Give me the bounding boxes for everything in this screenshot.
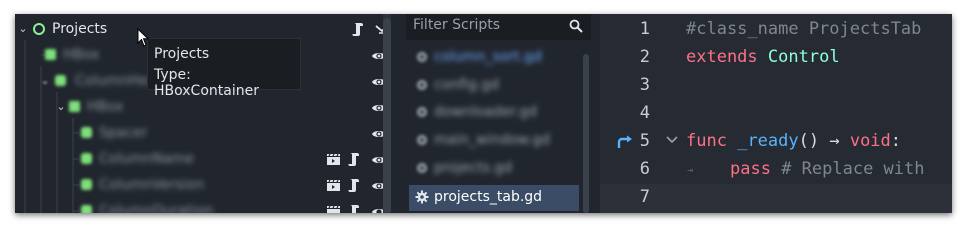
code-text: extends Control [686, 47, 840, 67]
control-node-icon [81, 179, 92, 190]
chevron-down-icon[interactable]: ⌄ [39, 74, 51, 87]
tooltip-node-type: Type: HBoxContainer [154, 67, 259, 99]
line-number: 7 [639, 187, 650, 207]
code-comment: # Replace with [781, 159, 925, 179]
tree-item-label: Projects [52, 21, 108, 37]
tree-item-label: ColumnVersion [99, 177, 205, 193]
gear-icon [417, 52, 427, 62]
gear-icon [417, 135, 427, 145]
code-line: 1 #class_name ProjectsTab [600, 16, 952, 44]
script-list-scrollbar[interactable] [583, 54, 589, 213]
tree-item-label: HBox [87, 99, 124, 115]
control-node-icon [55, 75, 66, 86]
script-name: main_window.gd [434, 132, 551, 148]
code-editor[interactable]: 1 #class_name ProjectsTab 2 extends Cont… [600, 14, 952, 213]
script-list-item[interactable]: config.gd [409, 73, 579, 99]
code-text: pass # Replace with [730, 159, 925, 179]
gear-icon [415, 190, 429, 204]
line-number: 5 [639, 131, 650, 151]
code-line: 2 extends Control [600, 44, 952, 72]
tooltip-node-name: Projects [154, 46, 210, 62]
code-line-current: 7 [600, 184, 952, 213]
script-name: projects_tab.gd [434, 189, 543, 205]
chevron-down-icon[interactable]: ⌄ [17, 22, 29, 35]
hbox-container-icon [69, 101, 80, 112]
filter-placeholder: Filter Scripts [413, 17, 501, 33]
tree-item[interactable]: ColumnVersion [15, 173, 397, 199]
line-number: 3 [639, 75, 650, 95]
tree-scrollbar[interactable] [383, 14, 391, 213]
control-node-icon [81, 153, 92, 164]
code-keyword: func [686, 131, 727, 151]
script-list-item[interactable]: column_sort.gd [409, 45, 579, 71]
script-list-item[interactable]: projects.gd [409, 156, 579, 182]
script-list-item-selected[interactable]: projects_tab.gd [409, 185, 579, 211]
code-punctuation: : [890, 131, 902, 151]
mouse-pointer-icon [137, 28, 150, 47]
code-function: _ready [737, 131, 799, 151]
tree-item[interactable]: ColumnDuration [15, 199, 397, 213]
script-icon[interactable] [347, 151, 361, 167]
code-line: 6 ⇥ pass # Replace with [600, 156, 952, 184]
gear-icon [417, 80, 427, 90]
tree-item[interactable]: Spacer [15, 121, 397, 147]
script-name: projects.gd [434, 160, 513, 176]
control-node-icon [81, 127, 92, 138]
script-icon[interactable] [347, 177, 361, 193]
line-number: 2 [639, 47, 650, 67]
code-text: #class_name ProjectsTab [686, 19, 921, 39]
chevron-down-icon[interactable]: ⌄ [55, 100, 67, 113]
line-number: 6 [639, 159, 650, 179]
code-text: func _ready() → void: [686, 131, 901, 151]
fold-chevron-icon[interactable] [666, 135, 678, 145]
scene-instance-icon[interactable] [326, 178, 341, 192]
code-keyword: extends [686, 47, 758, 67]
scene-tree-panel: ⌄ Projects HBox ⌄ ColumnHeader ⌄ HBox Sp… [15, 14, 397, 213]
search-icon [569, 19, 583, 33]
tab-indent-icon: ⇥ [687, 165, 694, 176]
line-number: 1 [639, 19, 650, 39]
gear-icon [417, 163, 427, 173]
code-type: Control [767, 47, 840, 67]
tree-item[interactable]: ColumnName [15, 147, 397, 173]
tree-item-label: ColumnName [99, 151, 194, 167]
script-list-panel: Filter Scripts column_sort.gd config.gd … [406, 14, 591, 213]
code-keyword: void [849, 131, 891, 151]
tree-item-label: HBox [63, 47, 100, 63]
code-comment: #class_name ProjectsTab [686, 19, 922, 39]
script-icon[interactable] [351, 21, 365, 37]
code-punctuation: () → [798, 131, 840, 151]
hbox-container-icon [45, 49, 56, 60]
line-number: 4 [639, 103, 650, 123]
script-icon[interactable] [347, 203, 361, 213]
filter-scripts-input[interactable]: Filter Scripts [406, 14, 591, 40]
gear-icon [417, 107, 427, 117]
tree-item-label: Spacer [99, 125, 148, 141]
scene-instance-icon[interactable] [326, 204, 341, 213]
code-line: 3 [600, 72, 952, 100]
code-line: 5 func _ready() → void: [600, 128, 952, 156]
control-node-icon [33, 23, 45, 35]
code-keyword: pass [730, 159, 771, 179]
control-node-icon [81, 205, 92, 213]
script-name: config.gd [434, 77, 500, 93]
tree-item-label: ColumnDuration [99, 203, 214, 213]
script-list-item[interactable]: main_window.gd [409, 128, 579, 154]
scrollbar-thumb[interactable] [383, 18, 391, 213]
script-name: downloader.gd [434, 104, 538, 120]
godot-editor-window: ⌄ Projects HBox ⌄ ColumnHeader ⌄ HBox Sp… [15, 14, 952, 213]
code-line: 4 [600, 100, 952, 128]
node-tooltip: Projects Type: HBoxContainer [147, 38, 301, 99]
scene-instance-icon[interactable] [326, 152, 341, 166]
script-name: column_sort.gd [434, 49, 542, 65]
script-list-item[interactable]: downloader.gd [409, 100, 579, 126]
